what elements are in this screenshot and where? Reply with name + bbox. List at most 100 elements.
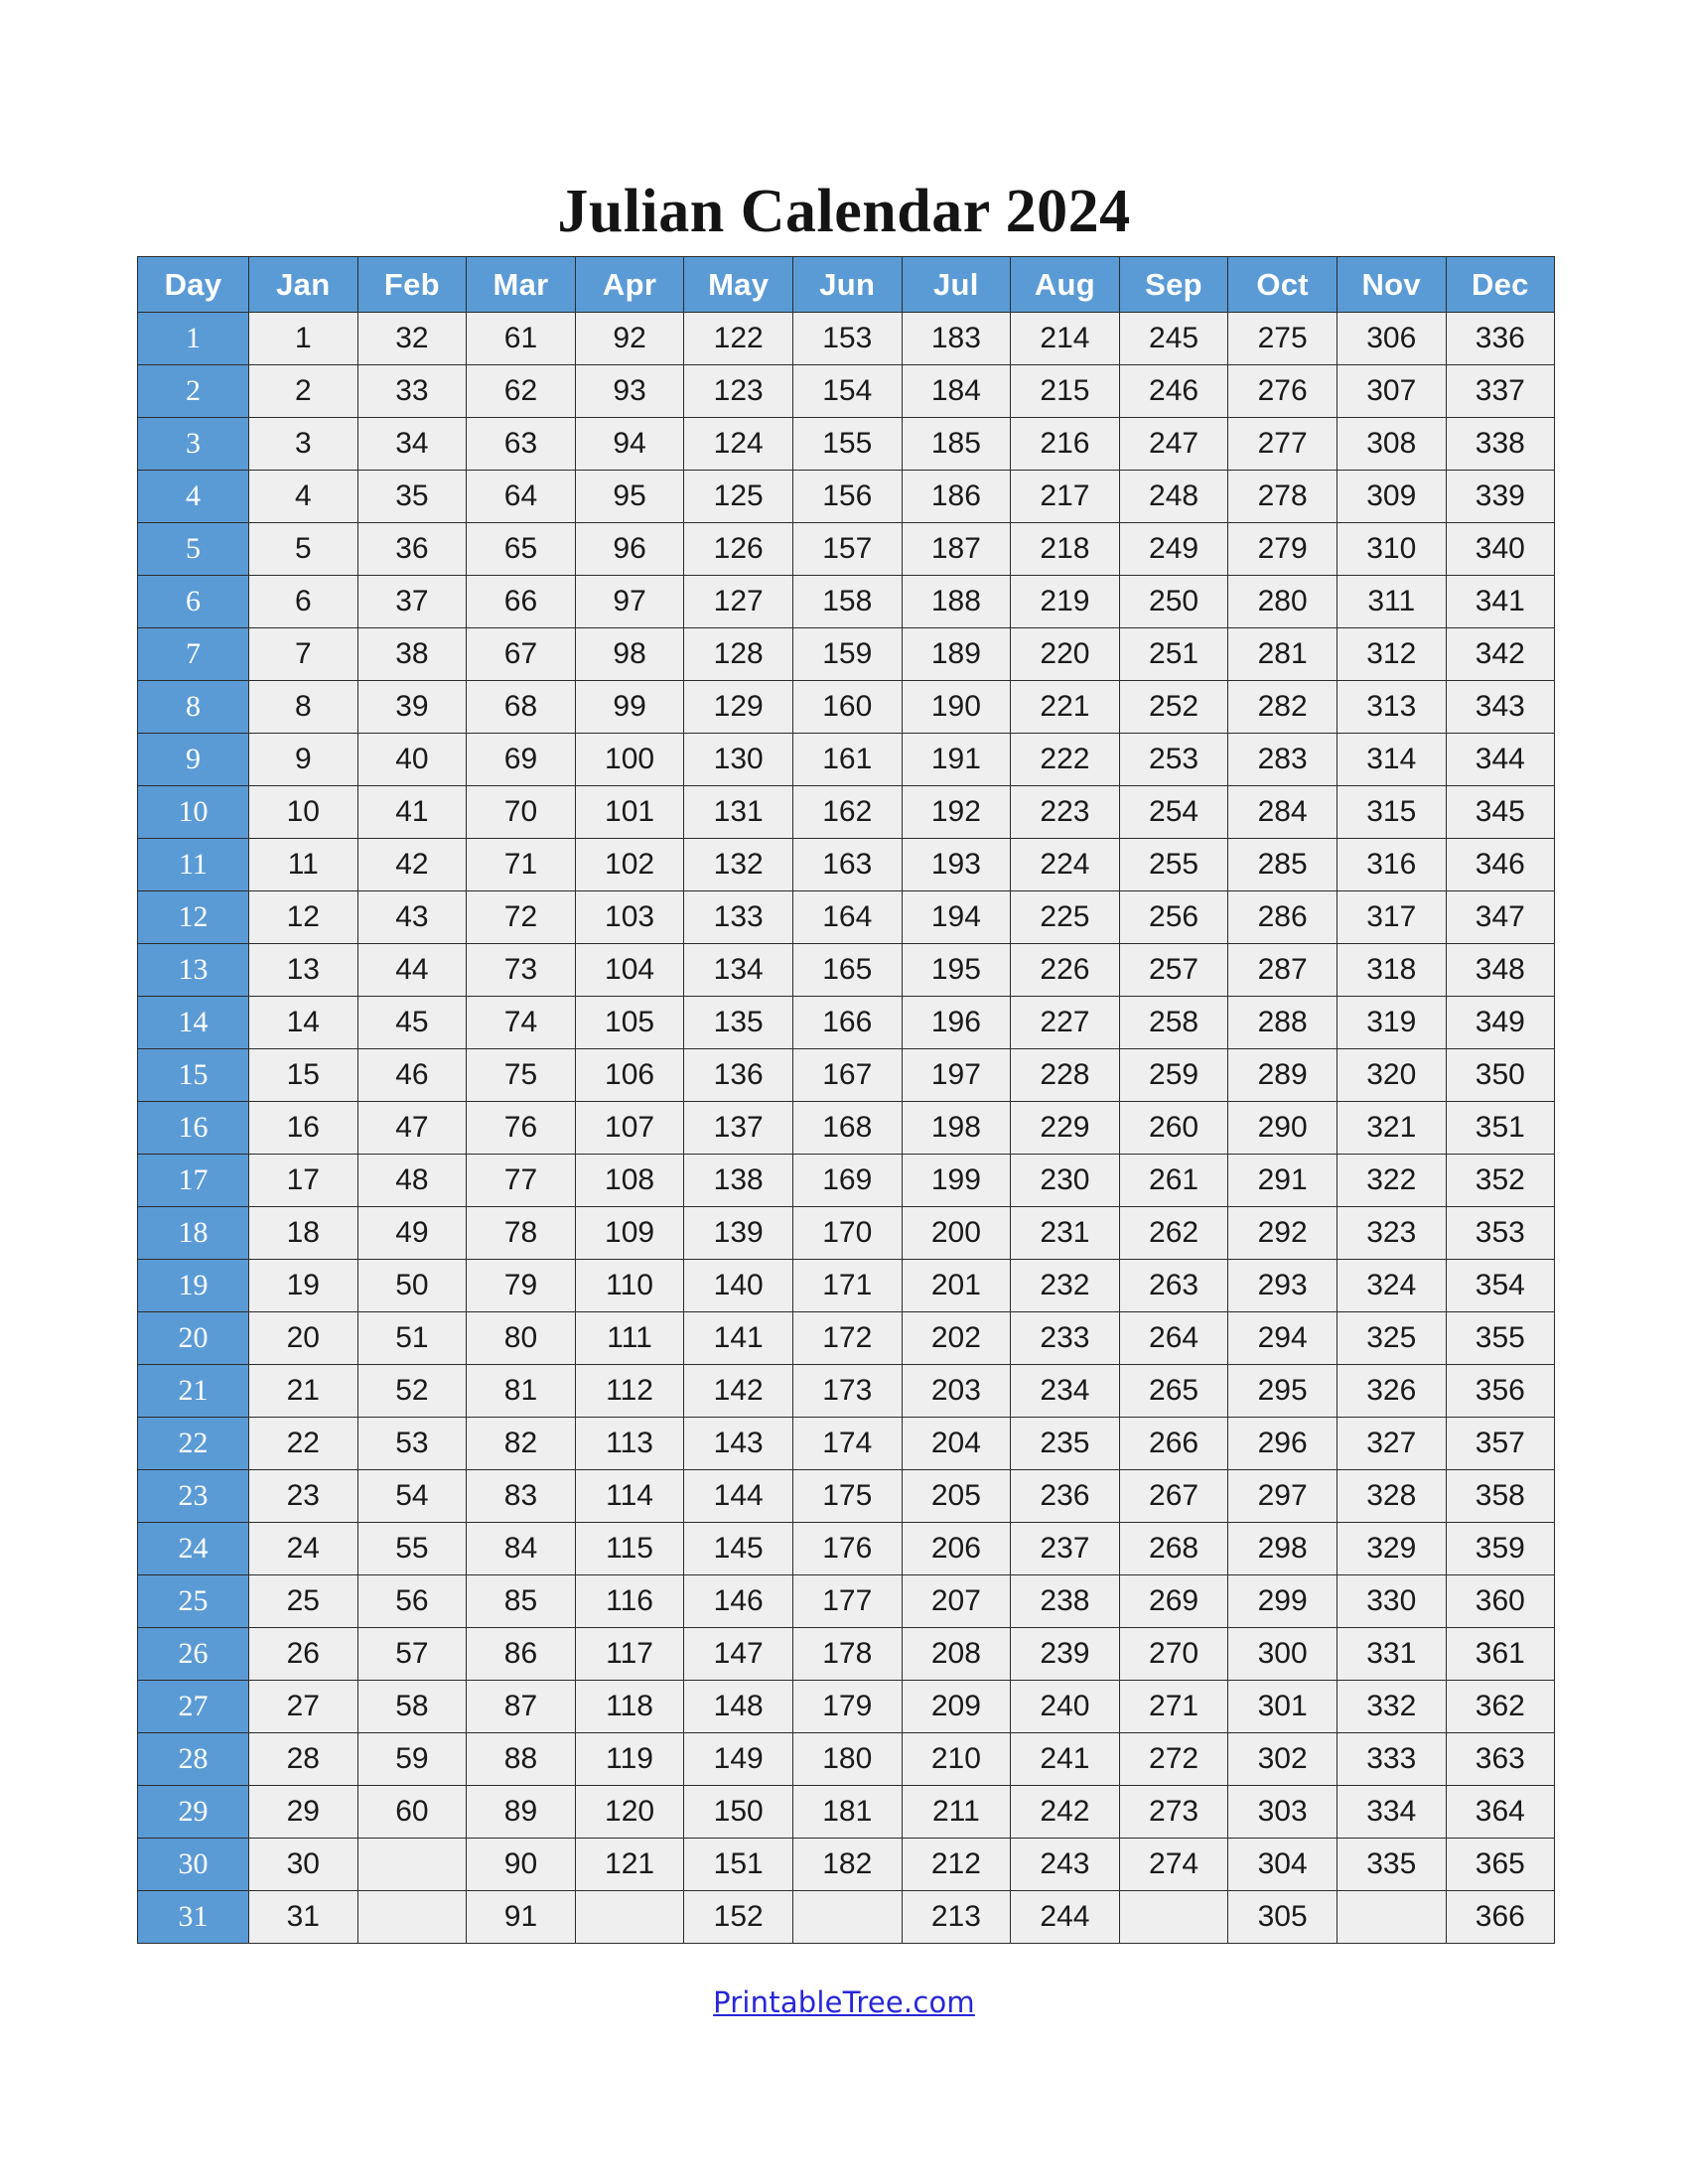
day-number-cell: 19 bbox=[137, 1259, 249, 1312]
julian-day-cell: 261 bbox=[1118, 1154, 1229, 1207]
julian-day-cell: 140 bbox=[683, 1259, 793, 1312]
julian-day-cell: 214 bbox=[1010, 312, 1120, 365]
julian-day-cell: 137 bbox=[683, 1101, 793, 1155]
julian-day-cell: 254 bbox=[1118, 785, 1229, 839]
day-number-cell: 25 bbox=[137, 1574, 249, 1628]
julian-day-cell: 325 bbox=[1336, 1311, 1447, 1365]
table-header: Day Jan Feb Mar Apr May Jun Jul Aug Sep Oct Nov Dec bbox=[137, 256, 1556, 313]
julian-day-cell: 340 bbox=[1445, 522, 1556, 576]
julian-day-cell: 202 bbox=[901, 1311, 1012, 1365]
julian-day-cell: 314 bbox=[1336, 733, 1447, 786]
julian-day-cell: 107 bbox=[574, 1101, 685, 1155]
printabletree-link[interactable]: PrintableTree.com bbox=[713, 1985, 975, 2019]
table-row: 7 7 38 67 98 128 159 189 220 251 281 312 342 bbox=[137, 627, 1556, 681]
julian-day-cell: 309 bbox=[1336, 470, 1447, 523]
julian-day-cell: 300 bbox=[1227, 1627, 1337, 1681]
julian-day-cell: 352 bbox=[1445, 1154, 1556, 1207]
julian-day-cell: 365 bbox=[1445, 1838, 1556, 1891]
julian-day-cell: 77 bbox=[466, 1154, 576, 1207]
julian-day-cell: 310 bbox=[1336, 522, 1447, 576]
julian-day-cell: 307 bbox=[1336, 364, 1447, 418]
julian-day-cell: 299 bbox=[1227, 1574, 1337, 1628]
julian-day-cell: 119 bbox=[574, 1732, 685, 1786]
table-row: 8 8 39 68 99 129 160 190 221 252 282 313 343 bbox=[137, 680, 1556, 734]
julian-day-cell: 269 bbox=[1118, 1574, 1229, 1628]
julian-day-cell: 66 bbox=[466, 575, 576, 628]
julian-day-cell: 4 bbox=[248, 470, 358, 523]
julian-day-cell: 238 bbox=[1010, 1574, 1120, 1628]
julian-day-cell: 89 bbox=[466, 1785, 576, 1839]
day-number-cell: 8 bbox=[137, 680, 249, 734]
table-row: 12 12 43 72 103 133 164 194 225 256 286 317 347 bbox=[137, 890, 1556, 944]
julian-day-cell: 316 bbox=[1336, 838, 1447, 891]
table-row: 13 13 44 73 104 134 165 195 226 257 287 318 348 bbox=[137, 943, 1556, 997]
header-row: Day Jan Feb Mar Apr May Jun Jul Aug Sep Oct Nov Dec bbox=[137, 256, 1556, 313]
day-number-cell: 14 bbox=[137, 996, 249, 1049]
julian-day-cell: 358 bbox=[1445, 1469, 1556, 1523]
julian-day-cell: 183 bbox=[901, 312, 1012, 365]
julian-day-cell: 162 bbox=[791, 785, 903, 839]
table-body: 1 1 32 61 92 122 153 183 214 245 275 306 336 2 2 33 62 93… bbox=[137, 312, 1556, 1944]
julian-day-cell: 236 bbox=[1010, 1469, 1120, 1523]
julian-day-cell: 161 bbox=[791, 733, 903, 786]
julian-day-cell: 259 bbox=[1118, 1048, 1229, 1102]
julian-day-cell: 70 bbox=[466, 785, 576, 839]
julian-day-cell: 102 bbox=[574, 838, 685, 891]
julian-day-cell: 69 bbox=[466, 733, 576, 786]
julian-day-cell: 353 bbox=[1445, 1206, 1556, 1260]
julian-day-cell: 155 bbox=[791, 417, 903, 471]
julian-day-cell: 213 bbox=[901, 1890, 1012, 1944]
day-number-cell: 28 bbox=[137, 1732, 249, 1786]
julian-day-cell: 346 bbox=[1445, 838, 1556, 891]
julian-day-cell: 256 bbox=[1118, 890, 1229, 944]
julian-day-cell: 200 bbox=[901, 1206, 1012, 1260]
julian-day-cell: 290 bbox=[1227, 1101, 1337, 1155]
julian-day-cell: 342 bbox=[1445, 627, 1556, 681]
julian-day-cell: 242 bbox=[1010, 1785, 1120, 1839]
julian-day-cell: 48 bbox=[356, 1154, 468, 1207]
julian-day-cell: 184 bbox=[901, 364, 1012, 418]
julian-day-cell: 105 bbox=[574, 996, 685, 1049]
julian-day-cell: 189 bbox=[901, 627, 1012, 681]
julian-day-cell: 98 bbox=[574, 627, 685, 681]
julian-day-cell: 86 bbox=[466, 1627, 576, 1681]
julian-day-cell: 182 bbox=[791, 1838, 903, 1891]
column-header-jul: Jul bbox=[901, 256, 1012, 313]
julian-day-cell-empty bbox=[791, 1890, 903, 1944]
calendar-page: Julian Calendar 2024 Day Jan Feb Mar Apr May J… bbox=[0, 0, 1688, 2184]
julian-day-cell: 84 bbox=[466, 1522, 576, 1575]
julian-day-cell: 251 bbox=[1118, 627, 1229, 681]
julian-day-cell-empty bbox=[574, 1890, 685, 1944]
julian-day-cell: 268 bbox=[1118, 1522, 1229, 1575]
julian-day-cell: 34 bbox=[356, 417, 468, 471]
julian-day-cell: 210 bbox=[901, 1732, 1012, 1786]
julian-day-cell: 289 bbox=[1227, 1048, 1337, 1102]
julian-day-cell: 319 bbox=[1336, 996, 1447, 1049]
julian-day-cell: 181 bbox=[791, 1785, 903, 1839]
julian-day-cell: 35 bbox=[356, 470, 468, 523]
julian-day-cell: 47 bbox=[356, 1101, 468, 1155]
julian-day-cell: 219 bbox=[1010, 575, 1120, 628]
julian-day-cell: 318 bbox=[1336, 943, 1447, 997]
julian-day-cell: 139 bbox=[683, 1206, 793, 1260]
julian-day-cell: 225 bbox=[1010, 890, 1120, 944]
julian-day-cell: 234 bbox=[1010, 1364, 1120, 1418]
table-row: 21 21 52 81 112 142 173 203 234 265 295 326 356 bbox=[137, 1364, 1556, 1418]
day-number-cell: 16 bbox=[137, 1101, 249, 1155]
julian-day-cell: 5 bbox=[248, 522, 358, 576]
julian-day-cell: 228 bbox=[1010, 1048, 1120, 1102]
julian-day-cell: 357 bbox=[1445, 1417, 1556, 1470]
julian-day-cell: 336 bbox=[1445, 312, 1556, 365]
julian-day-cell: 171 bbox=[791, 1259, 903, 1312]
julian-day-cell: 7 bbox=[248, 627, 358, 681]
julian-day-cell: 163 bbox=[791, 838, 903, 891]
julian-day-cell: 286 bbox=[1227, 890, 1337, 944]
julian-day-cell: 141 bbox=[683, 1311, 793, 1365]
julian-day-cell: 31 bbox=[248, 1890, 358, 1944]
julian-day-cell: 135 bbox=[683, 996, 793, 1049]
julian-day-cell: 224 bbox=[1010, 838, 1120, 891]
julian-day-cell: 313 bbox=[1336, 680, 1447, 734]
julian-day-cell: 144 bbox=[683, 1469, 793, 1523]
julian-day-cell: 339 bbox=[1445, 470, 1556, 523]
julian-day-cell: 223 bbox=[1010, 785, 1120, 839]
